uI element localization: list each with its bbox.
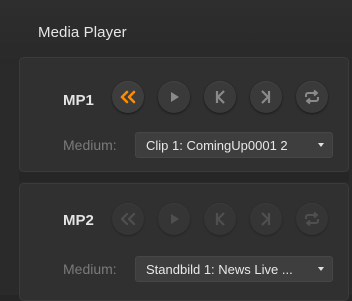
dropdown-caret-icon [318, 267, 324, 271]
play-icon [171, 214, 179, 224]
mp2-medium-value: Standbild 1: News Live ... [146, 261, 293, 277]
mp1-play-button[interactable] [158, 81, 190, 113]
rewind-icon [120, 212, 136, 226]
divider [19, 172, 349, 182]
mp2-previous-button[interactable] [204, 203, 236, 235]
mp1-medium-label: Medium: [63, 137, 117, 153]
mp2-next-button[interactable] [250, 203, 282, 235]
loop-icon [305, 211, 319, 227]
panel-header[interactable]: Media Player [0, 0, 352, 64]
mp2-rewind-button[interactable] [112, 203, 144, 235]
mp1-label: MP1 [63, 92, 94, 109]
mp2-play-button[interactable] [158, 203, 190, 235]
next-frame-icon [261, 90, 271, 104]
mp1-previous-button[interactable] [204, 81, 236, 113]
mp1-medium-select[interactable]: Clip 1: ComingUp0001 2 [135, 132, 333, 158]
mp1-medium-value: Clip 1: ComingUp0001 2 [146, 137, 288, 153]
mp2-loop-button[interactable] [296, 203, 328, 235]
loop-icon [305, 89, 319, 105]
media-player-panel: Media Player MP1 Medium: Clip 1: ComingU… [0, 0, 352, 301]
mp2-label: MP2 [63, 212, 94, 229]
play-icon [171, 92, 179, 102]
mp2-medium-select[interactable]: Standbild 1: News Live ... [135, 256, 333, 282]
rewind-icon [120, 90, 136, 104]
mp1-next-button[interactable] [250, 81, 282, 113]
media-player-2-card [19, 183, 349, 301]
panel-title: Media Player [38, 24, 127, 41]
previous-frame-icon [215, 212, 225, 226]
previous-frame-icon [215, 90, 225, 104]
mp1-rewind-button[interactable] [112, 81, 144, 113]
mp2-medium-label: Medium: [63, 261, 117, 277]
dropdown-caret-icon [318, 143, 324, 147]
mp1-loop-button[interactable] [296, 81, 328, 113]
next-frame-icon [261, 212, 271, 226]
